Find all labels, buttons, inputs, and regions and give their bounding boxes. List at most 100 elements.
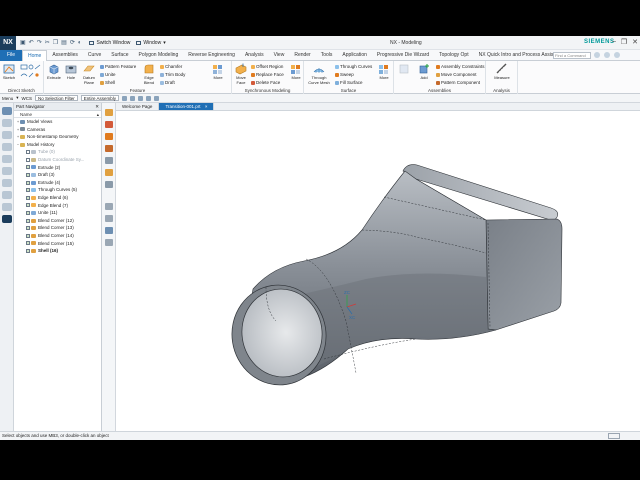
tree-node[interactable]: + Model Views <box>14 118 101 126</box>
new-assembly-button[interactable] <box>396 63 412 76</box>
tree-node[interactable]: Blend Corner (14) <box>14 232 101 240</box>
constraint-navigator-icon[interactable] <box>2 131 12 139</box>
nx-logo[interactable]: NX <box>0 36 16 50</box>
offset-region-button[interactable]: Offset Region <box>251 64 283 69</box>
save-icon[interactable]: ▣ <box>20 39 26 46</box>
visibility-checkbox[interactable] <box>26 157 30 162</box>
hd3d-tools-icon[interactable] <box>2 155 12 163</box>
window-menu[interactable]: Window ▾ <box>136 40 166 46</box>
tab-topology-opt[interactable]: Topology Opt <box>434 50 473 61</box>
tool-icon-9[interactable] <box>105 215 113 222</box>
visibility-checkbox[interactable] <box>26 195 30 200</box>
tree-node[interactable]: Blend Corner (15) <box>14 240 101 248</box>
replace-face-button[interactable]: Replace Face <box>251 72 284 77</box>
visibility-checkbox[interactable] <box>26 150 30 155</box>
fill-surface-button[interactable]: Fill Surface <box>335 80 363 85</box>
menu-button[interactable]: Menu <box>2 96 13 101</box>
tool-icon-7[interactable] <box>105 181 113 188</box>
wcs-button[interactable]: WCS <box>22 96 33 101</box>
tab-view[interactable]: View <box>269 50 290 61</box>
move-component-button[interactable]: Move Component <box>436 72 477 77</box>
selection-intent-icon[interactable] <box>130 95 136 101</box>
feature-more-button[interactable]: More <box>210 63 226 81</box>
tree-node[interactable]: − Model History <box>14 141 101 149</box>
tool-icon-6[interactable] <box>105 169 113 176</box>
unite-button[interactable]: Unite <box>100 72 116 77</box>
tree-node[interactable]: Draft (3) <box>14 171 101 179</box>
graphics-window[interactable]: Welcome Page Transition-001.prt × ZC XC <box>116 103 640 431</box>
selection-filter-dropdown[interactable]: No Selection Filter <box>35 95 78 101</box>
status-toggle-icon[interactable] <box>608 433 620 439</box>
tool-icon-2[interactable] <box>105 121 113 128</box>
visibility-checkbox[interactable] <box>26 233 30 238</box>
move-face-button[interactable]: Move Face <box>233 63 249 85</box>
tree-node[interactable]: Edge Blend (7) <box>14 202 101 210</box>
tree-node[interactable]: + Non-timestamp Geometry <box>14 133 101 141</box>
tool-icon-1[interactable] <box>105 109 113 116</box>
tree-node[interactable]: Unite (11) <box>14 209 101 217</box>
tool-icon-11[interactable] <box>105 239 113 246</box>
through-curves-button[interactable]: Through Curves <box>335 64 372 69</box>
copy-icon[interactable]: ❐ <box>53 39 58 46</box>
transition-duct-body[interactable] <box>225 164 563 391</box>
tab-analysis[interactable]: Analysis <box>240 50 269 61</box>
paste-icon[interactable]: ▤ <box>61 39 67 46</box>
sort-icon[interactable]: ▴ <box>97 111 99 118</box>
tab-surface[interactable]: Surface <box>106 50 133 61</box>
visibility-checkbox[interactable] <box>26 203 30 208</box>
measure-button[interactable]: Measure <box>494 63 510 81</box>
extrude-button[interactable]: Extrude <box>46 63 62 81</box>
tab-assemblies[interactable]: Assemblies <box>47 50 83 61</box>
tool-icon-5[interactable] <box>105 157 113 164</box>
shell-button[interactable]: Shell <box>100 80 115 85</box>
tree-node[interactable]: Tube (0) <box>14 148 101 156</box>
tool-icon-8[interactable] <box>105 203 113 210</box>
filter-icon[interactable] <box>138 95 144 101</box>
model-viewport[interactable]: ZC XC <box>116 111 640 431</box>
collapse-ribbon-icon[interactable] <box>614 52 620 58</box>
chamfer-button[interactable]: Chamfer <box>160 64 182 69</box>
tree-node[interactable]: Extrude (4) <box>14 179 101 187</box>
close-icon[interactable]: ✕ <box>95 103 99 111</box>
tool-icon-3[interactable] <box>105 133 113 140</box>
command-finder-input[interactable]: Find a Command <box>553 52 591 59</box>
tab-curve[interactable]: Curve <box>83 50 106 61</box>
selection-scope-dropdown[interactable]: Entire Assembly <box>80 95 120 101</box>
restore-icon[interactable]: ❐ <box>621 38 627 46</box>
close-icon[interactable]: ✕ <box>632 38 638 46</box>
tab-render[interactable]: Render <box>289 50 315 61</box>
visibility-checkbox[interactable] <box>26 241 30 246</box>
system-materials-icon[interactable] <box>2 215 12 223</box>
visibility-checkbox[interactable] <box>26 172 30 177</box>
render-style-icon[interactable] <box>154 95 160 101</box>
tree-node[interactable]: Through Curves (5) <box>14 186 101 194</box>
tab-part-file[interactable]: Transition-001.prt × <box>159 103 215 110</box>
tree-node[interactable]: Blend Corner (12) <box>14 217 101 225</box>
tab-polygon-modeling[interactable]: Polygon Modeling <box>134 50 184 61</box>
assembly-constraints-button[interactable]: Assembly Constraints <box>436 64 485 69</box>
through-curve-mesh-button[interactable]: Through Curve Mesh <box>306 63 332 85</box>
tab-application[interactable]: Application <box>337 50 371 61</box>
minimize-icon[interactable]: – <box>612 38 616 46</box>
roles-icon[interactable] <box>2 203 12 211</box>
redo-icon[interactable]: ↷ <box>37 39 42 46</box>
visibility-checkbox[interactable] <box>26 248 30 253</box>
synchronous-more-button[interactable]: More <box>288 63 304 81</box>
assembly-navigator-icon[interactable] <box>2 119 12 127</box>
tree-node[interactable]: Datum Coordinate Sy... <box>14 156 101 164</box>
touch-mode-icon[interactable]: ◐ <box>78 40 82 46</box>
sketch-curve-tools-icon[interactable] <box>20 64 42 82</box>
snap-point-icon[interactable] <box>122 95 128 101</box>
visibility-checkbox[interactable] <box>26 226 30 231</box>
tab-tools[interactable]: Tools <box>316 50 338 61</box>
visibility-checkbox[interactable] <box>26 165 30 170</box>
tool-icon-4[interactable] <box>105 145 113 152</box>
process-studio-icon[interactable] <box>2 191 12 199</box>
tab-progressive-die-wizard[interactable]: Progressive Die Wizard <box>372 50 434 61</box>
repeat-icon[interactable]: ⟳ <box>70 39 75 46</box>
undo-icon[interactable]: ↶ <box>29 39 34 46</box>
history-icon[interactable] <box>2 179 12 187</box>
sketch-button[interactable]: Sketch <box>1 63 17 81</box>
edge-blend-button[interactable]: Edge Blend <box>140 63 158 85</box>
tree-node[interactable]: + Cameras <box>14 126 101 134</box>
